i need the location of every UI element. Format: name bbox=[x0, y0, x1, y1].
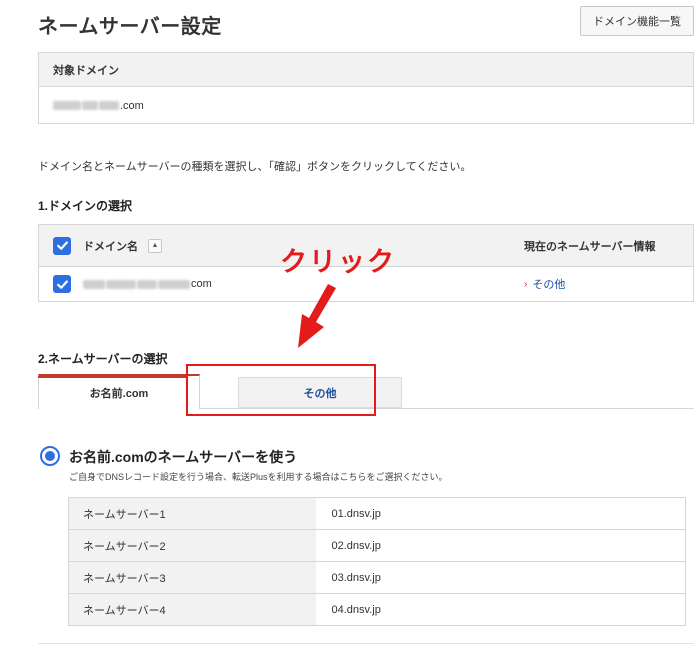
radio-selected-dot bbox=[45, 451, 55, 461]
nameserver-section-title: 2.ネームサーバーの選択 bbox=[38, 352, 168, 366]
target-domain-suffix: .com bbox=[120, 99, 144, 112]
masked-domain bbox=[83, 279, 105, 289]
domain-row-checkbox[interactable] bbox=[53, 275, 71, 293]
red-arrow-icon bbox=[298, 284, 336, 348]
onamae-nameserver-option-label: お名前.comのネームサーバーを使う bbox=[69, 449, 298, 465]
page-title: ネームサーバー設定 bbox=[38, 16, 222, 38]
click-annotation-text: クリック bbox=[280, 247, 396, 278]
nameserver-other-label: その他 bbox=[532, 279, 566, 291]
masked-domain bbox=[137, 279, 157, 289]
row-domain-suffix: com bbox=[191, 278, 212, 290]
annotation-underline bbox=[38, 376, 188, 378]
row-domain-name: com bbox=[83, 278, 212, 290]
nameserver-value: 01.dnsv.jp bbox=[315, 497, 686, 530]
nameserver-table: ネームサーバー1 01.dnsv.jp ネームサーバー2 02.dnsv.jp … bbox=[68, 497, 686, 626]
column-domain-label: ドメイン名 bbox=[83, 240, 138, 253]
nameserver-label: ネームサーバー4 bbox=[68, 593, 316, 626]
column-domain-name: ドメイン名 ▲ bbox=[83, 238, 162, 254]
table-row: ネームサーバー4 04.dnsv.jp bbox=[68, 593, 686, 626]
check-icon bbox=[56, 279, 68, 289]
highlight-box bbox=[186, 364, 376, 416]
nameserver-value: 02.dnsv.jp bbox=[315, 529, 686, 562]
divider bbox=[38, 643, 694, 644]
target-domain-value: .com bbox=[39, 87, 693, 124]
column-current-nameserver: 現在のネームサーバー情報 bbox=[524, 240, 656, 253]
nameserver-label: ネームサーバー3 bbox=[68, 561, 316, 594]
domain-section-title: 1.ドメインの選択 bbox=[38, 199, 133, 213]
nameserver-other-link[interactable]: › その他 bbox=[524, 276, 565, 292]
masked-domain bbox=[53, 101, 81, 110]
table-row: ネームサーバー1 01.dnsv.jp bbox=[68, 497, 686, 530]
masked-domain bbox=[158, 279, 190, 289]
nameserver-value: 03.dnsv.jp bbox=[315, 561, 686, 594]
sort-icon[interactable]: ▲ bbox=[148, 238, 162, 253]
check-icon bbox=[56, 241, 68, 250]
chevron-right-icon: › bbox=[524, 278, 528, 290]
masked-domain bbox=[82, 101, 98, 110]
table-row: ネームサーバー3 03.dnsv.jp bbox=[68, 561, 686, 594]
nameserver-label: ネームサーバー2 bbox=[68, 529, 316, 562]
domain-features-button[interactable]: ドメイン機能一覧 bbox=[580, 6, 694, 36]
table-row: ネームサーバー2 02.dnsv.jp bbox=[68, 529, 686, 562]
instruction-text: ドメイン名とネームサーバーの種類を選択し、「確認」ボタンをクリックしてください。 bbox=[38, 161, 472, 173]
tab-onamae[interactable]: お名前.com bbox=[38, 374, 200, 409]
nameserver-value: 04.dnsv.jp bbox=[315, 593, 686, 626]
target-domain-box: 対象ドメイン .com bbox=[38, 52, 694, 124]
onamae-nameserver-radio[interactable] bbox=[40, 446, 60, 466]
masked-domain bbox=[106, 279, 136, 289]
nameserver-label: ネームサーバー1 bbox=[68, 497, 316, 530]
target-domain-heading: 対象ドメイン bbox=[39, 53, 693, 87]
onamae-nameserver-option-note: ご自身でDNSレコード設定を行う場合、転送Plusを利用する場合はこちらをご選択… bbox=[69, 472, 448, 482]
select-all-checkbox[interactable] bbox=[53, 236, 71, 255]
masked-domain bbox=[99, 101, 119, 110]
